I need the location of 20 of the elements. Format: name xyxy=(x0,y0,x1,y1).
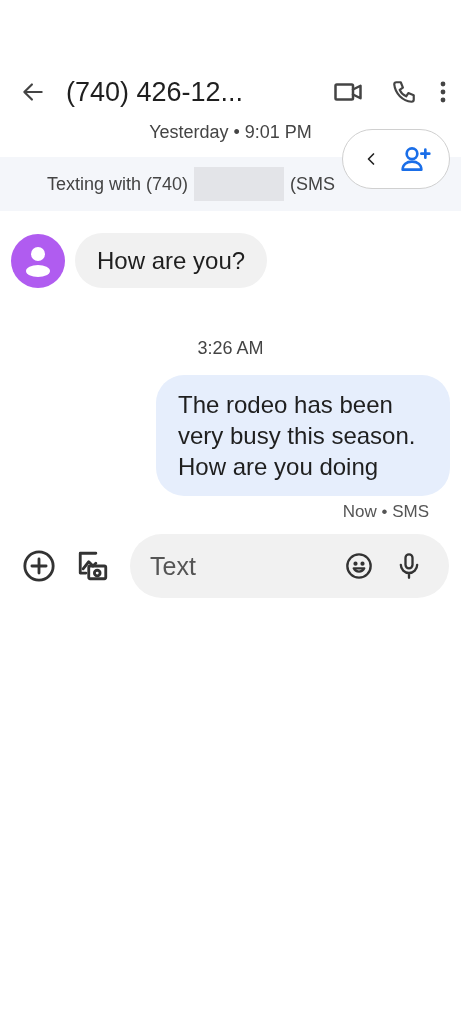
message-input[interactable]: Text xyxy=(148,550,323,582)
message-status: Now • SMS xyxy=(341,502,430,522)
time-label: 3:26 AM xyxy=(196,338,265,359)
plus-circle-icon xyxy=(22,549,56,583)
conversation-title: (740) 426-12... xyxy=(66,76,245,108)
emoji-icon xyxy=(345,552,373,580)
incoming-message: How are you? xyxy=(75,233,268,288)
date-label: Yesterday • 9:01 PM xyxy=(148,122,313,143)
more-options-button[interactable] xyxy=(439,80,447,104)
banner-text: Texting with (740) xyxy=(47,173,189,195)
phone-icon xyxy=(391,79,417,105)
call-button[interactable] xyxy=(391,79,417,105)
gallery-button[interactable] xyxy=(76,549,110,583)
message-field[interactable]: Text xyxy=(130,534,449,598)
banner-text: (SMS xyxy=(290,173,336,195)
outgoing-message: The rodeo has been very busy this season. How are you doing xyxy=(156,375,450,496)
photo-camera-icon xyxy=(76,549,110,583)
person-icon xyxy=(23,244,53,277)
add-button[interactable] xyxy=(22,549,56,583)
more-icon xyxy=(439,80,447,104)
